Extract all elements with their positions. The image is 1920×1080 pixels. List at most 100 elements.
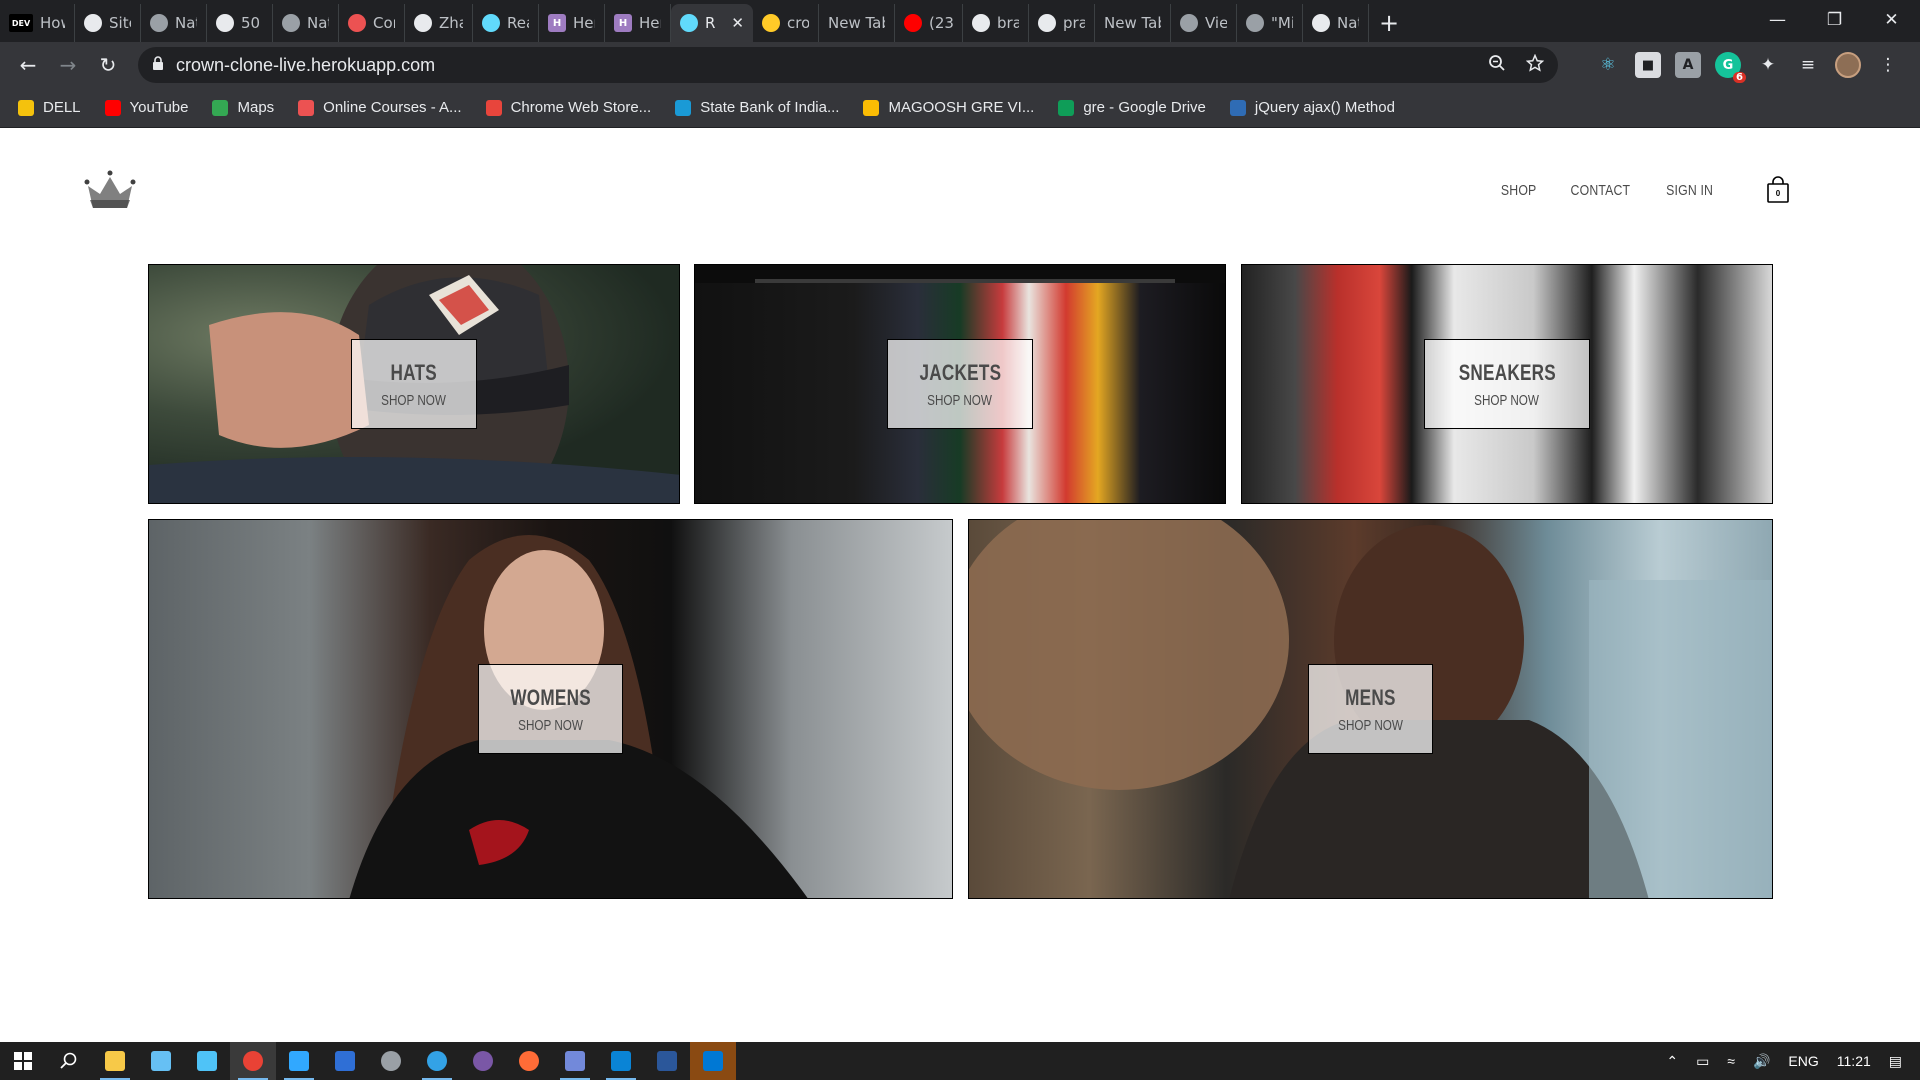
cart-count: 0: [1775, 189, 1781, 198]
chrome-icon[interactable]: [230, 1042, 276, 1080]
minimize-button[interactable]: —: [1749, 0, 1806, 40]
bookmark-label: jQuery ajax() Method: [1254, 99, 1395, 116]
wifi-icon[interactable]: ≈: [1727, 1053, 1735, 1069]
bookmark-item[interactable]: gre - Google Drive: [1058, 99, 1206, 116]
category-label-sneakers[interactable]: SNEAKERS SHOP NOW: [1423, 339, 1591, 429]
shop-now-text: SHOP NOW: [518, 716, 583, 734]
nav-contact-link[interactable]: CONTACT: [1571, 182, 1631, 199]
browser-tab[interactable]: Natc: [141, 4, 207, 42]
steam-glyph: [151, 1051, 171, 1071]
close-tab-icon[interactable]: ✕: [731, 14, 744, 32]
crown-logo-icon[interactable]: [84, 170, 136, 214]
browser-tab[interactable]: crow: [753, 4, 819, 42]
browser-tab[interactable]: View: [1171, 4, 1237, 42]
browser-tab[interactable]: prajv: [1029, 4, 1095, 42]
bookmark-item[interactable]: Maps: [212, 99, 274, 116]
browser-tab[interactable]: Zhar: [405, 4, 473, 42]
zoom-icon[interactable]: [1488, 54, 1506, 77]
tab-title: Zhar: [439, 14, 463, 32]
restore-button[interactable]: ❐: [1806, 0, 1863, 40]
photoshop-icon[interactable]: [276, 1042, 322, 1080]
bookmark-item[interactable]: Chrome Web Store...: [485, 99, 651, 116]
search-icon[interactable]: [46, 1042, 92, 1080]
puzzle-extensions-icon[interactable]: ✦: [1755, 52, 1781, 78]
edge-icon[interactable]: [414, 1042, 460, 1080]
grammarly-icon[interactable]: G 6: [1715, 52, 1746, 83]
extension-icon[interactable]: ■: [1635, 52, 1661, 78]
address-bar[interactable]: crown-clone-live.herokuapp.com: [138, 47, 1558, 83]
eclipse-icon[interactable]: [460, 1042, 506, 1080]
start-button[interactable]: [0, 1042, 46, 1080]
word-icon[interactable]: [644, 1042, 690, 1080]
back-button[interactable]: ←: [8, 45, 48, 85]
browser-tab[interactable]: R ✕: [671, 4, 753, 42]
category-tile-sneakers[interactable]: SNEAKERS SHOP NOW: [1241, 264, 1773, 504]
globe-icon: [282, 14, 300, 32]
bookmark-star-icon[interactable]: [1525, 53, 1545, 77]
postman-icon[interactable]: [506, 1042, 552, 1080]
chevron-up-icon[interactable]: ⌃: [1666, 1053, 1678, 1070]
discord-icon[interactable]: [552, 1042, 598, 1080]
forward-button[interactable]: →: [48, 45, 88, 85]
browser-tab[interactable]: Reac: [473, 4, 539, 42]
category-label-womens[interactable]: WOMENS SHOP NOW: [477, 664, 624, 754]
browser-tab[interactable]: Natc: [273, 4, 339, 42]
notifications-icon[interactable]: ▤: [1889, 1053, 1902, 1070]
font-extension-icon[interactable]: A: [1675, 52, 1701, 78]
nav-shop-link[interactable]: SHOP: [1501, 182, 1537, 199]
browser-tab[interactable]: Site r: [75, 4, 141, 42]
nav-sign-in-link[interactable]: SIGN IN: [1666, 182, 1713, 199]
volume-icon[interactable]: 🔊: [1753, 1053, 1770, 1070]
bookmark-item[interactable]: State Bank of India...: [675, 99, 839, 116]
category-label-jackets[interactable]: JACKETS SHOP NOW: [886, 339, 1034, 429]
bookmark-favicon-icon: [18, 99, 34, 116]
language-indicator[interactable]: ENG: [1788, 1053, 1818, 1069]
category-tile-hats[interactable]: HATS SHOP NOW: [148, 264, 680, 504]
file-explorer-glyph: [105, 1051, 125, 1071]
url-text[interactable]: crown-clone-live.herokuapp.com: [176, 55, 435, 76]
category-tile-jackets[interactable]: JACKETS SHOP NOW: [694, 264, 1226, 504]
bookmark-item[interactable]: DELL: [18, 99, 81, 116]
vscode-icon[interactable]: [598, 1042, 644, 1080]
browser-tab[interactable]: brad: [963, 4, 1029, 42]
close-window-button[interactable]: ✕: [1863, 0, 1920, 40]
bookmark-item[interactable]: jQuery ajax() Method: [1229, 99, 1395, 116]
browser-tab[interactable]: Com: [339, 4, 405, 42]
lock-icon[interactable]: [152, 56, 164, 74]
browser-tab[interactable]: H Herc: [605, 4, 671, 42]
category-label-hats[interactable]: HATS SHOP NOW: [351, 339, 477, 429]
wps-icon[interactable]: [322, 1042, 368, 1080]
new-tab-button[interactable]: +: [1369, 4, 1409, 42]
heroku-icon: H: [614, 14, 632, 32]
browser-tab[interactable]: New Tab: [819, 4, 895, 42]
browser-tab[interactable]: DEV How: [0, 4, 75, 42]
file-explorer-icon[interactable]: [92, 1042, 138, 1080]
photos-icon[interactable]: [690, 1042, 736, 1080]
browser-tab[interactable]: (238: [895, 4, 963, 42]
browser-tab[interactable]: New Tab: [1095, 4, 1171, 42]
bookmark-item[interactable]: Online Courses - A...: [298, 99, 462, 116]
bookmark-favicon-icon: [1229, 99, 1246, 116]
mail-icon[interactable]: [184, 1042, 230, 1080]
profile-avatar[interactable]: [1835, 52, 1861, 78]
bookmark-favicon-icon: [104, 99, 121, 116]
bookmark-item[interactable]: MAGOOSH GRE VI...: [863, 99, 1034, 116]
category-label-mens[interactable]: MENS SHOP NOW: [1307, 664, 1434, 754]
category-tile-mens[interactable]: MENS SHOP NOW: [968, 519, 1773, 899]
reading-list-icon[interactable]: ≡: [1795, 52, 1821, 78]
photos-glyph: [703, 1051, 723, 1071]
category-tile-womens[interactable]: WOMENS SHOP NOW: [148, 519, 953, 899]
bookmark-item[interactable]: YouTube: [104, 99, 188, 116]
browser-tab[interactable]: "Mik: [1237, 4, 1303, 42]
browser-tab[interactable]: H Herc: [539, 4, 605, 42]
clock[interactable]: 11:21: [1837, 1053, 1871, 1069]
battery-icon[interactable]: ▭: [1696, 1053, 1709, 1070]
steam-icon[interactable]: [138, 1042, 184, 1080]
chrome-beta-icon[interactable]: [368, 1042, 414, 1080]
menu-dots-icon[interactable]: ⋮: [1875, 52, 1901, 78]
react-devtools-icon[interactable]: ⚛: [1595, 52, 1621, 78]
browser-tab[interactable]: 50 G: [207, 4, 273, 42]
browser-tab[interactable]: Natc: [1303, 4, 1369, 42]
reload-button[interactable]: ↻: [88, 45, 128, 85]
shopping-bag-icon[interactable]: 0: [1766, 176, 1790, 204]
